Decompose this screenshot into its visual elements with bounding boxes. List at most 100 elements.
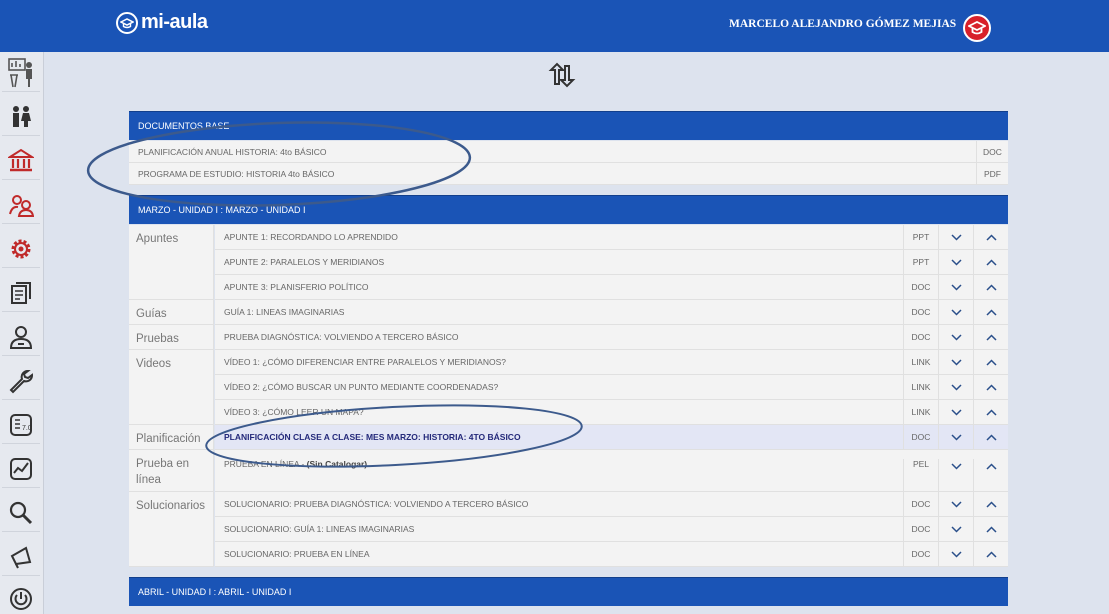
material-name[interactable]: PRUEBA EN LÍNEA - (Sin Catalogar) — [215, 459, 903, 469]
chevron-down-icon[interactable] — [938, 400, 973, 424]
material-row[interactable]: PRUEBA EN LÍNEA - (Sin Catalogar) PEL — [215, 450, 1008, 492]
chevron-up-icon[interactable] — [973, 350, 1008, 374]
document-name[interactable]: PLANIFICACIÓN ANUAL HISTORIA: 4to BÁSICO — [129, 147, 976, 157]
document-name[interactable]: PROGRAMA DE ESTUDIO: HISTORIA 4to BÁSICO — [129, 169, 976, 179]
material-row[interactable]: APUNTE 1: RECORDANDO LO APRENDIDO PPT — [215, 225, 1008, 250]
material-row[interactable]: SOLUCIONARIO: PRUEBA EN LÍNEA DOC — [215, 542, 1008, 567]
chevron-up-icon[interactable] — [973, 542, 1008, 566]
material-name[interactable]: APUNTE 2: PARALELOS Y MERIDIANOS — [215, 257, 903, 267]
chevron-down-icon[interactable] — [938, 300, 973, 324]
chevron-up-icon[interactable] — [973, 325, 1008, 349]
documents-icon[interactable] — [2, 274, 40, 312]
chevron-down-icon[interactable] — [938, 225, 973, 249]
user-icon[interactable] — [2, 318, 40, 356]
chevron-up-icon[interactable] — [973, 459, 1008, 491]
document-type[interactable]: PDF — [976, 163, 1008, 184]
section-title: MARZO - UNIDAD I : MARZO - UNIDAD I — [138, 205, 306, 215]
category-prueba-en-linea: Prueba en línea — [129, 450, 214, 492]
material-type[interactable]: LINK — [903, 375, 938, 399]
chevron-up-icon[interactable] — [973, 375, 1008, 399]
material-type[interactable]: DOC — [903, 300, 938, 324]
section-marzo[interactable]: MARZO - UNIDAD I : MARZO - UNIDAD I — [129, 195, 1008, 224]
material-type[interactable]: DOC — [903, 275, 938, 299]
group-icon[interactable] — [2, 186, 40, 224]
chevron-up-icon[interactable] — [973, 425, 1008, 449]
chevron-up-icon[interactable] — [973, 250, 1008, 274]
chevron-down-icon[interactable] — [938, 425, 973, 449]
chevron-up-icon[interactable] — [973, 225, 1008, 249]
sidebar: 7.0 — [0, 52, 44, 614]
material-type[interactable]: DOC — [903, 542, 938, 566]
chevron-up-icon[interactable] — [973, 275, 1008, 299]
chevron-up-icon[interactable] — [973, 400, 1008, 424]
category-planificacion: Planificación — [129, 425, 214, 450]
teacher-icon[interactable] — [2, 54, 40, 92]
chevron-down-icon[interactable] — [938, 517, 973, 541]
material-name[interactable]: SOLUCIONARIO: PRUEBA EN LÍNEA — [215, 549, 903, 559]
grades-icon[interactable]: 7.0 — [2, 406, 40, 444]
svg-text:7.0: 7.0 — [22, 425, 32, 432]
catalog-status: (Sin Catalogar) — [306, 459, 368, 469]
material-type[interactable]: DOC — [903, 492, 938, 516]
category-apuntes: Apuntes — [129, 225, 214, 300]
avatar[interactable] — [963, 14, 991, 42]
wrench-icon[interactable] — [2, 362, 40, 400]
chevron-down-icon[interactable] — [938, 350, 973, 374]
people-icon[interactable] — [2, 98, 40, 136]
material-type[interactable]: PPT — [903, 250, 938, 274]
material-type[interactable]: LINK — [903, 400, 938, 424]
search-icon[interactable] — [2, 494, 40, 532]
document-type[interactable]: DOC — [976, 141, 1008, 162]
material-name[interactable]: PRUEBA DIAGNÓSTICA: VOLVIENDO A TERCERO … — [215, 332, 903, 342]
chevron-down-icon[interactable] — [938, 492, 973, 516]
material-name[interactable]: PLANIFICACIÓN CLASE A CLASE: MES MARZO: … — [215, 432, 903, 442]
material-name[interactable]: SOLUCIONARIO: PRUEBA DIAGNÓSTICA: VOLVIE… — [215, 499, 903, 509]
material-name[interactable]: APUNTE 3: PLANISFERIO POLÍTICO — [215, 282, 903, 292]
chevron-down-icon[interactable] — [938, 250, 973, 274]
material-name[interactable]: GUÍA 1: LINEAS IMAGINARIAS — [215, 307, 903, 317]
material-type[interactable]: LINK — [903, 350, 938, 374]
material-row[interactable]: VÍDEO 3: ¿CÓMO LEER UN MAPA? LINK — [215, 400, 1008, 425]
chevron-up-icon[interactable] — [973, 517, 1008, 541]
material-type[interactable]: DOC — [903, 517, 938, 541]
material-name[interactable]: APUNTE 1: RECORDANDO LO APRENDIDO — [215, 232, 903, 242]
chevron-down-icon[interactable] — [938, 275, 973, 299]
material-row[interactable]: PRUEBA DIAGNÓSTICA: VOLVIENDO A TERCERO … — [215, 325, 1008, 350]
section-abril[interactable]: ABRIL - UNIDAD I : ABRIL - UNIDAD I — [129, 577, 1008, 606]
logo-text: mi-aula — [141, 11, 208, 33]
material-row[interactable]: APUNTE 3: PLANISFERIO POLÍTICO DOC — [215, 275, 1008, 300]
power-icon[interactable] — [2, 580, 40, 614]
document-row[interactable]: PLANIFICACIÓN ANUAL HISTORIA: 4to BÁSICO… — [129, 141, 1008, 163]
material-name[interactable]: VÍDEO 2: ¿CÓMO BUSCAR UN PUNTO MEDIANTE … — [215, 382, 903, 392]
material-row[interactable]: VÍDEO 1: ¿CÓMO DIFERENCIAR ENTRE PARALEL… — [215, 350, 1008, 375]
material-row[interactable]: GUÍA 1: LINEAS IMAGINARIAS DOC — [215, 300, 1008, 325]
institution-icon[interactable] — [2, 142, 40, 180]
material-type[interactable]: DOC — [903, 325, 938, 349]
material-row[interactable]: VÍDEO 2: ¿CÓMO BUSCAR UN PUNTO MEDIANTE … — [215, 375, 1008, 400]
material-name[interactable]: VÍDEO 1: ¿CÓMO DIFERENCIAR ENTRE PARALEL… — [215, 357, 903, 367]
material-row-selected[interactable]: PLANIFICACIÓN CLASE A CLASE: MES MARZO: … — [215, 425, 1008, 450]
material-name[interactable]: VÍDEO 3: ¿CÓMO LEER UN MAPA? — [215, 407, 903, 417]
material-name[interactable]: SOLUCIONARIO: GUÍA 1: LINEAS IMAGINARIAS — [215, 524, 903, 534]
settings-icon[interactable] — [2, 230, 40, 268]
material-row[interactable]: APUNTE 2: PARALELOS Y MERIDIANOS PPT — [215, 250, 1008, 275]
document-row[interactable]: PROGRAMA DE ESTUDIO: HISTORIA 4to BÁSICO… — [129, 163, 1008, 185]
refresh-icon[interactable] — [547, 62, 577, 88]
chart-icon[interactable] — [2, 450, 40, 488]
megaphone-icon[interactable] — [2, 538, 40, 576]
logo[interactable]: mi-aula — [116, 11, 208, 34]
chevron-down-icon[interactable] — [938, 459, 973, 491]
material-type[interactable]: DOC — [903, 425, 938, 449]
user-name[interactable]: MARCELO ALEJANDRO GÓMEZ MEJIAS — [729, 18, 956, 30]
chevron-up-icon[interactable] — [973, 492, 1008, 516]
graduation-cap-icon — [968, 20, 986, 35]
chevron-down-icon[interactable] — [938, 325, 973, 349]
material-type[interactable]: PEL — [903, 459, 938, 491]
chevron-down-icon[interactable] — [938, 542, 973, 566]
material-row[interactable]: SOLUCIONARIO: PRUEBA DIAGNÓSTICA: VOLVIE… — [215, 492, 1008, 517]
material-type[interactable]: PPT — [903, 225, 938, 249]
chevron-up-icon[interactable] — [973, 300, 1008, 324]
chevron-down-icon[interactable] — [938, 375, 973, 399]
material-row[interactable]: SOLUCIONARIO: GUÍA 1: LINEAS IMAGINARIAS… — [215, 517, 1008, 542]
section-documentos-base[interactable]: DOCUMENTOS BASE — [129, 111, 1008, 140]
